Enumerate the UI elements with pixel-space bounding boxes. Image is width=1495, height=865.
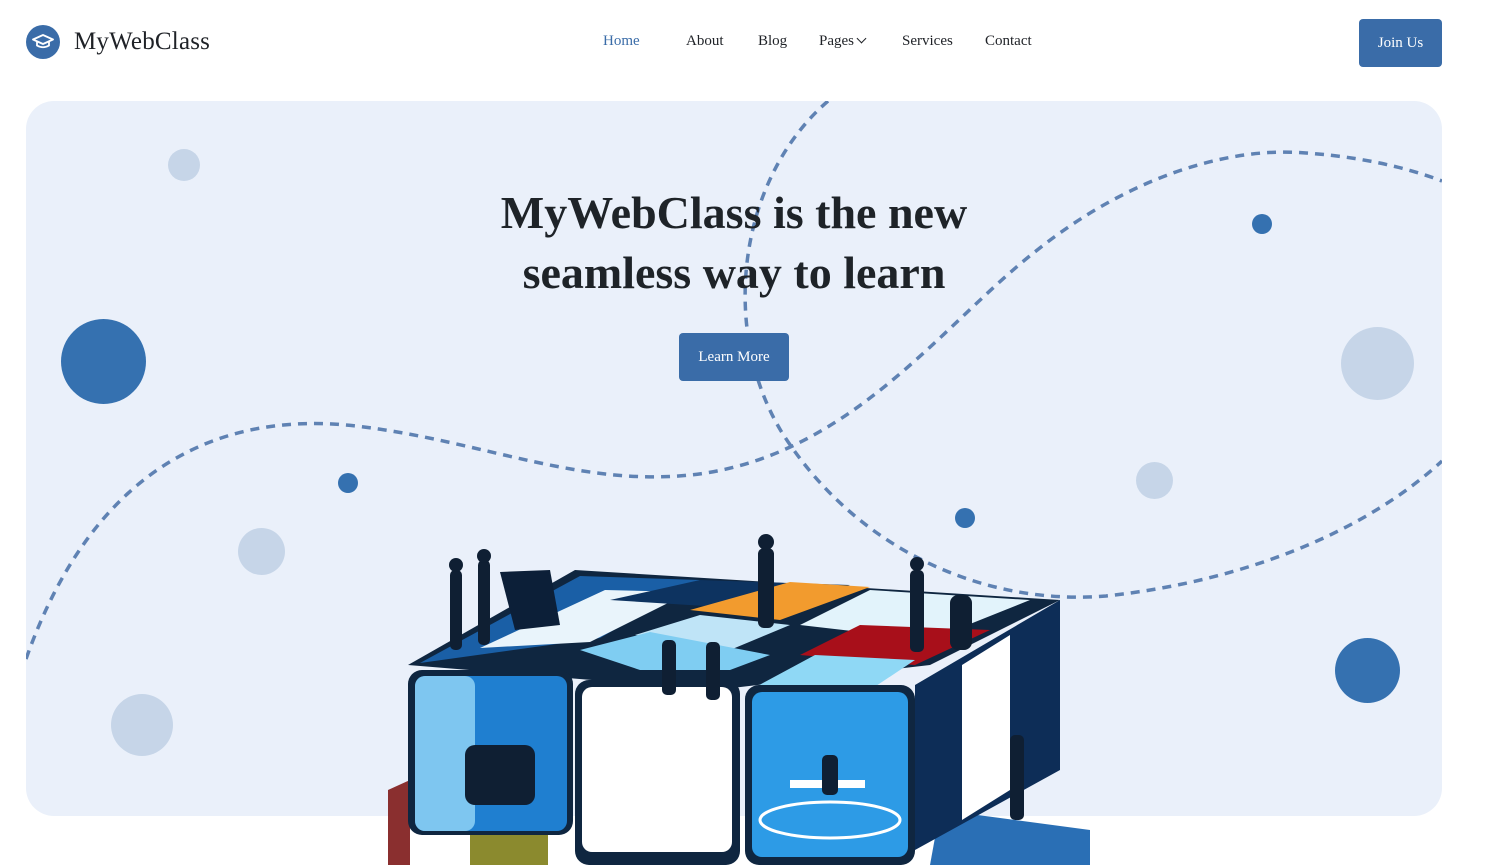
decor-dot: [168, 149, 200, 181]
rubiks-cube-office-illustration: [388, 534, 1090, 865]
nav-blog[interactable]: Blog: [758, 33, 787, 50]
brand[interactable]: MyWebClass: [26, 25, 210, 59]
hero-title: MyWebClass is the new seamless way to le…: [26, 183, 1442, 303]
hero-title-line2: seamless way to learn: [522, 247, 946, 298]
nav-pages-label: Pages: [819, 33, 854, 49]
nav-contact[interactable]: Contact: [985, 33, 1032, 50]
hero-title-line1: MyWebClass is the new: [500, 187, 968, 238]
decor-dot: [338, 473, 358, 493]
learn-more-button[interactable]: Learn More: [679, 333, 789, 381]
decor-dot: [238, 528, 285, 575]
decor-dot: [1335, 638, 1400, 703]
decor-dot: [1341, 327, 1414, 400]
decor-dot: [1136, 462, 1173, 499]
decor-dot: [111, 694, 173, 756]
nav-pages[interactable]: Pages: [819, 33, 867, 50]
nav-services[interactable]: Services: [902, 33, 953, 50]
chevron-down-icon: [856, 33, 867, 44]
decor-dot: [955, 508, 975, 528]
graduation-cap-icon: [26, 25, 60, 59]
brand-name: MyWebClass: [74, 28, 211, 55]
decor-dot: [61, 319, 146, 404]
nav-home[interactable]: Home: [603, 33, 640, 50]
join-us-button[interactable]: Join Us: [1359, 19, 1442, 67]
site-header: MyWebClass Home About Blog Pages Service…: [0, 0, 1495, 88]
nav-about[interactable]: About: [686, 33, 724, 50]
